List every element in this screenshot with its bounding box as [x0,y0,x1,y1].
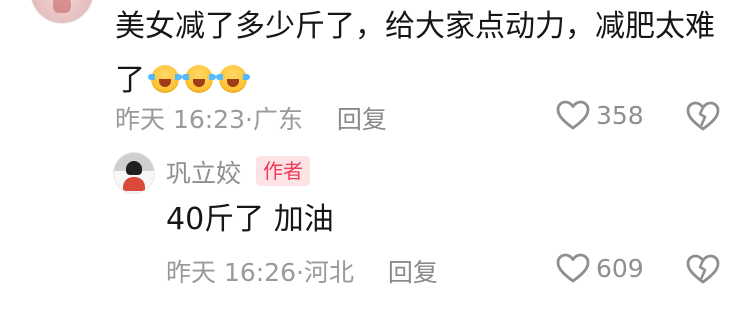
crying-laughing-icon [148,65,182,93]
reply-like-count: 609 [596,253,644,283]
comment-text: 美女减了多少斤了，给大家点动力，减肥太难了 [115,0,725,108]
comment-meta: 昨天 16:23·广东 回复 [115,105,387,134]
heart-outline-icon [556,253,590,283]
reply-location: 河北 [303,258,354,287]
comment-reply-button[interactable]: 回复 [337,105,387,134]
reply-time: 昨天 16:26 [166,258,296,287]
author-badge: 作者 [256,156,310,186]
heart-outline-icon [556,100,590,130]
comment-dislike-button[interactable] [686,101,720,131]
comment-location: 广东 [252,105,303,134]
reply-dislike-button[interactable] [686,254,720,284]
reply-meta: 昨天 16:26·河北 回复 [166,258,438,287]
comment-like-count: 358 [596,100,644,130]
broken-heart-icon [686,254,720,284]
reply-text: 40斤了 加油 [166,202,334,237]
emoji-row [148,65,250,93]
commenter-avatar[interactable] [30,0,94,24]
comment-time: 昨天 16:23 [115,105,245,134]
crying-laughing-icon [182,65,216,93]
broken-heart-icon [686,101,720,131]
author-avatar[interactable] [113,152,155,194]
reply-reply-button[interactable]: 回复 [388,258,438,287]
reply-like-button[interactable]: 609 [556,253,644,283]
crying-laughing-icon [216,65,250,93]
comment-like-button[interactable]: 358 [556,100,644,130]
author-name[interactable]: 巩立姣 [166,154,241,190]
